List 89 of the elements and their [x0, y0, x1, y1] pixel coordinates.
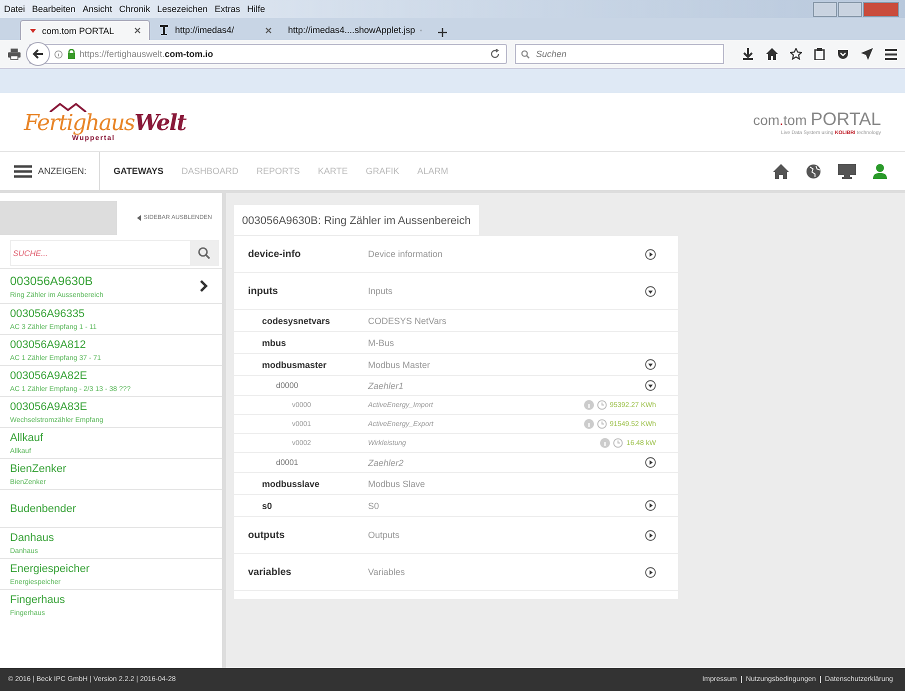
gateway-id: Allkauf	[10, 432, 44, 444]
collapse-icon[interactable]	[645, 359, 656, 370]
gateway-id: 003056A9630B	[10, 274, 94, 288]
menu-item[interactable]: Ansicht	[82, 4, 112, 14]
print-icon[interactable]	[8, 48, 21, 60]
portal-logo: com.tom PORTAL	[753, 108, 881, 130]
menu-item[interactable]: Bearbeiten	[32, 4, 76, 14]
menu-button[interactable]: ANZEIGEN:	[0, 152, 100, 190]
menu-item[interactable]: Lesezeichen	[157, 4, 208, 14]
menu-item[interactable]: Datei	[4, 4, 26, 14]
gateway-id: Danhaus	[10, 532, 54, 544]
channel-name: d0001	[275, 458, 300, 467]
gateway-id: 003056A9A82E	[10, 370, 88, 382]
expand-icon[interactable]	[645, 248, 656, 260]
channel-description: CODESYS NetVars	[368, 316, 448, 326]
channel-description: Zaehler2	[368, 458, 405, 468]
address-bar[interactable]: https://fertighauswelt.com-tom.io	[28, 44, 507, 64]
channel-description: Inputs	[368, 286, 394, 296]
search-bar[interactable]: Suchen	[515, 44, 724, 64]
channel-name: modbusslave	[261, 478, 321, 488]
globe-icon[interactable]	[806, 164, 821, 178]
channel-name: mbus	[261, 338, 288, 348]
channel-description: Device information	[368, 249, 444, 259]
star-icon[interactable]	[790, 48, 802, 60]
download-icon[interactable]	[742, 48, 754, 60]
gateway-id: Budenbender	[10, 502, 76, 514]
channel-description: S0	[368, 500, 380, 510]
gateway-id: BienZenker	[10, 462, 66, 474]
menu-icon[interactable]	[885, 48, 897, 60]
send-icon[interactable]	[861, 48, 873, 60]
channel-description: Outputs	[368, 530, 401, 540]
channel-description: Variables	[368, 567, 406, 577]
search-button[interactable]	[190, 241, 218, 265]
gateway-id: 003056A9A83E	[10, 400, 88, 412]
expand-icon[interactable]	[645, 530, 656, 540]
expand-icon[interactable]	[645, 566, 656, 578]
chevron-right-icon	[200, 280, 208, 292]
channel-name: codesysnetvars	[261, 316, 332, 326]
pocket-icon[interactable]	[837, 48, 849, 60]
roof-icon	[48, 102, 88, 112]
collapse-icon[interactable]	[645, 286, 656, 296]
gateway-id: 003056A9A812	[10, 338, 87, 350]
expand-icon[interactable]	[645, 500, 656, 511]
lock-icon	[66, 49, 76, 59]
menu-item[interactable]: Chronik	[119, 4, 150, 14]
logo-wordmark: FertighausWelt	[24, 112, 186, 135]
channel-description: Modbus Slave	[368, 478, 426, 488]
back-button[interactable]	[26, 42, 50, 66]
search-icon	[198, 247, 210, 259]
home-icon[interactable]	[773, 164, 789, 178]
collapse-icon[interactable]	[645, 380, 656, 391]
nav-tab[interactable]: GATEWAYS	[100, 166, 173, 176]
channel-name: s0	[261, 500, 274, 510]
gateway-id: Energiespeicher	[10, 562, 90, 574]
menu-item[interactable]: Extras	[214, 4, 240, 14]
info-icon	[54, 50, 63, 58]
search-icon	[521, 50, 530, 58]
clipboard-icon[interactable]	[814, 48, 825, 60]
browser-tab[interactable]: http://imedas4/	[150, 20, 280, 40]
channel-name: inputs	[248, 286, 279, 296]
browser-tab[interactable]: http://imedas4....showApplet.jsp	[280, 20, 430, 40]
gateway-title: 003056A9630B: Ring Zähler im Aussenbereich	[234, 205, 479, 235]
plus-icon[interactable]	[438, 28, 447, 37]
channel-name: outputs	[248, 530, 286, 540]
back-arrow-icon	[32, 48, 44, 60]
menu-icon	[14, 164, 32, 178]
channel-description: M-Bus	[368, 338, 396, 348]
menu-item[interactable]: Hilfe	[247, 4, 266, 14]
home-icon[interactable]	[766, 48, 778, 60]
gateway-item[interactable]: Budenbender	[0, 489, 222, 527]
channel-description: Modbus Master	[368, 360, 432, 370]
reload-icon[interactable]	[490, 49, 500, 59]
gateway-id: Fingerhaus	[10, 594, 66, 606]
channel-name: device-info	[248, 248, 302, 260]
menu-label: ANZEIGEN:	[38, 166, 87, 176]
monitor-icon[interactable]	[838, 164, 856, 178]
cursor-icon	[158, 24, 170, 36]
expand-icon[interactable]	[645, 457, 656, 468]
channel-name: modbusmaster	[261, 360, 328, 370]
user-icon[interactable]	[873, 164, 887, 178]
channel-description: Zaehler1	[368, 380, 405, 390]
favicon-icon	[29, 26, 37, 34]
browser-tab[interactable]: com.tom PORTAL	[20, 20, 150, 40]
gateway-id: 003056A96335	[10, 308, 86, 320]
close-icon[interactable]	[134, 27, 141, 34]
close-icon[interactable]	[265, 26, 272, 34]
channel-name: variables	[248, 566, 292, 578]
caret-left-icon	[136, 215, 141, 221]
channel-name: d0000	[275, 381, 300, 390]
